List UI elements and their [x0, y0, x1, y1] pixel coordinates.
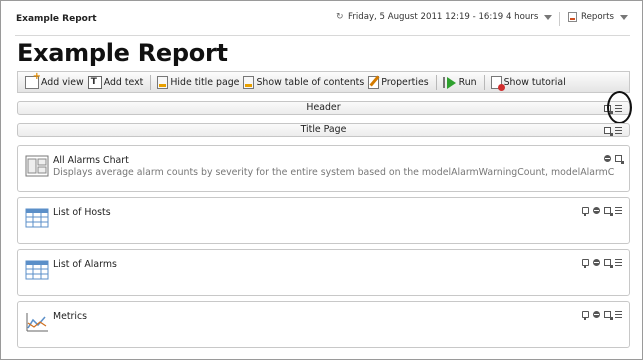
time-range-selector[interactable]: ↻ Friday, 5 August 2011 12:19 - 16:19 4 … — [336, 11, 553, 22]
topbar-report-title: Example Report — [16, 14, 97, 24]
table-grid-icon — [25, 260, 49, 280]
view-panel[interactable]: List of Hosts — [17, 197, 630, 244]
remove-icon[interactable] — [593, 311, 600, 318]
list-icon[interactable] — [615, 259, 622, 266]
topbar-divider — [559, 12, 560, 26]
view-title: List of Hosts — [53, 207, 111, 218]
add-text-label: Add text — [103, 76, 144, 88]
show-toc-label: Show table of contents — [256, 76, 365, 88]
remove-icon[interactable] — [604, 155, 611, 162]
report-toolbar: Add view Add text Hide title page Show t… — [17, 71, 630, 93]
header-section-label: Header — [306, 102, 341, 113]
table-grid-icon — [25, 208, 49, 228]
view-panel[interactable]: All Alarms Chart Displays average alarm … — [17, 145, 630, 192]
show-tutorial-button[interactable]: Show tutorial — [490, 73, 569, 91]
view-title: All Alarms Chart — [53, 155, 129, 166]
remove-icon[interactable] — [593, 259, 600, 266]
view-title: List of Alarms — [53, 259, 117, 270]
hide-title-page-label: Hide title page — [170, 76, 240, 88]
line-chart-icon — [26, 313, 48, 332]
add-view-label: Add view — [41, 76, 84, 88]
edit-icon[interactable] — [604, 259, 613, 268]
view-tools — [582, 207, 622, 216]
show-tutorial-label: Show tutorial — [503, 76, 566, 88]
chevron-down-icon — [619, 14, 628, 20]
toolbar-separator — [150, 74, 152, 90]
reports-label: Reports — [581, 12, 614, 22]
hide-title-page-button[interactable]: Hide title page — [156, 73, 242, 91]
view-tools — [582, 259, 622, 268]
edit-icon[interactable] — [615, 155, 624, 164]
reports-icon — [568, 12, 577, 22]
header-divider — [15, 35, 630, 36]
add-view-icon — [25, 71, 41, 89]
refresh-clock-icon: ↻ — [336, 11, 344, 22]
run-label: Run — [458, 76, 477, 88]
edit-icon[interactable] — [604, 127, 613, 136]
view-tools — [582, 311, 622, 320]
edit-icon[interactable] — [604, 105, 613, 114]
chevron-down-icon — [544, 14, 553, 20]
time-range-label: Friday, 5 August 2011 12:19 - 16:19 4 ho… — [348, 12, 539, 22]
toolbar-separator — [483, 74, 485, 90]
edit-icon[interactable] — [604, 207, 613, 216]
properties-button[interactable]: Properties — [367, 73, 431, 91]
show-toc-button[interactable]: Show table of contents — [242, 73, 367, 91]
title-page-section-bar[interactable]: Title Page — [17, 123, 630, 137]
remove-icon[interactable] — [593, 207, 600, 214]
tutorial-icon — [490, 75, 505, 91]
view-panel[interactable]: List of Alarms — [17, 249, 630, 296]
add-text-button[interactable]: Add text — [87, 73, 147, 91]
properties-label: Properties — [381, 76, 429, 88]
run-icon — [442, 76, 457, 89]
add-text-icon — [87, 75, 102, 89]
top-bar: Example Report ↻ Friday, 5 August 2011 1… — [1, 1, 642, 35]
header-section-tools — [604, 103, 622, 114]
comment-icon[interactable] — [582, 207, 589, 216]
page-title: Example Report — [17, 39, 228, 67]
comment-icon[interactable] — [582, 259, 589, 268]
list-icon[interactable] — [615, 127, 622, 134]
dashboard-layout-icon — [25, 155, 49, 177]
view-title: Metrics — [53, 311, 88, 322]
properties-icon — [368, 75, 380, 89]
view-panel[interactable]: Metrics — [17, 301, 630, 348]
list-icon[interactable] — [615, 207, 622, 214]
reports-menu[interactable]: Reports — [568, 12, 628, 22]
view-tools — [604, 155, 624, 164]
run-button[interactable]: Run — [442, 73, 480, 91]
comment-icon[interactable] — [582, 311, 589, 320]
title-page-section-label: Title Page — [300, 124, 347, 135]
title-page-icon — [157, 75, 169, 89]
add-view-button[interactable]: Add view — [24, 71, 87, 91]
list-icon[interactable] — [615, 311, 622, 318]
list-icon[interactable] — [615, 105, 622, 112]
view-description: Displays average alarm counts by severit… — [53, 167, 615, 178]
title-page-section-tools — [604, 125, 622, 136]
toolbar-separator — [435, 74, 437, 90]
header-section-bar[interactable]: Header — [17, 101, 630, 115]
edit-icon[interactable] — [604, 311, 613, 320]
table-of-contents-icon — [243, 75, 255, 89]
